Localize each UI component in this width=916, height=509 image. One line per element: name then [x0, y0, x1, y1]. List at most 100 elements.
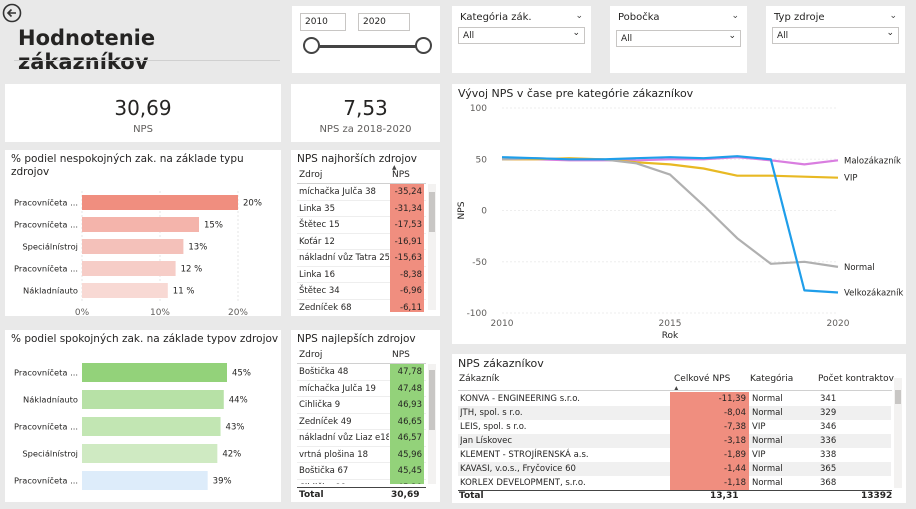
table-row[interactable]: Linka 35 -31,34 [297, 200, 426, 217]
customer-count-cell: 368 [820, 478, 837, 488]
best-sources-card: NPS najlepších zdrojov Zdroj NPS Boštičk… [291, 330, 440, 502]
bar [82, 471, 208, 490]
data-label: 13% [188, 243, 207, 253]
customers-col-nps[interactable]: Celkové NPS [674, 374, 730, 384]
x-axis-label: Rok [662, 331, 679, 341]
table-row[interactable]: Cihlička 9 46,93 [297, 397, 426, 414]
nps-trend-card: Vývoj NPS v čase pre kategórie zákazníko… [452, 84, 906, 344]
customers-col-category[interactable]: Kategória [750, 374, 793, 384]
chevron-down-icon[interactable]: ⌄ [889, 11, 897, 21]
table-row[interactable]: Štětec 34 -6,96 [297, 283, 426, 300]
slicer-source-type-dropdown[interactable]: All ⌄ [772, 27, 899, 44]
chevron-down-icon[interactable]: ⌄ [575, 11, 583, 21]
kpi-nps-card: 30,69 NPS [5, 84, 281, 142]
customer-nps-cell: -1,18 [670, 476, 749, 490]
bar [82, 217, 199, 232]
dissatisfied-chart-card: % podiel nespokojných zak. na základe ty… [5, 150, 281, 316]
customer-category-cell: Normal [752, 478, 783, 488]
slicer-source-type-value: All [777, 31, 789, 41]
best-col-nps[interactable]: NPS [392, 350, 410, 360]
table-row[interactable]: Boštička 67 45,45 [297, 463, 426, 480]
kpi-nps-recent-value: 7,53 [343, 96, 388, 120]
customers-col-count[interactable]: Počet kontraktov [818, 374, 894, 384]
data-label: 11 % [173, 287, 195, 297]
table-row[interactable]: KORLEX DEVELOPMENT, s.r.o. -1,18 Normal 368 [458, 476, 891, 490]
worst-col-nps[interactable]: NPS [392, 170, 410, 180]
satisfied-bar-chart: Pracovníčeta ... 45% Nákladníauto 44% Pracov… [14, 363, 251, 490]
customers-table-body: KONVA - ENGINEERING s.r.o. -11,39 Normal 34… [458, 392, 891, 490]
category-label: Pracovníčeta ... [14, 476, 78, 486]
satisfied-chart-card: % podiel spokojných zak. na základe typo… [5, 330, 281, 502]
best-scroll-thumb[interactable] [429, 370, 435, 430]
customer-category-cell: Normal [752, 436, 783, 446]
customers-col-name[interactable]: Zákazník [459, 374, 499, 384]
chevron-down-icon[interactable]: ⌄ [731, 11, 739, 21]
worst-col-source[interactable]: Zdroj [299, 170, 322, 180]
year-to-input[interactable]: 2020 [358, 13, 410, 31]
year-slicer[interactable]: 2010 2020 [292, 6, 440, 73]
customers-header-divider [458, 390, 892, 391]
slicer-branch[interactable]: Pobočka ⌄ All ⌄ [610, 6, 747, 73]
customer-nps-cell: -8,04 [670, 406, 749, 420]
table-row[interactable]: KAVASI, v.o.s., Fryčovice 60 -1,44 Normal 3… [458, 462, 891, 476]
worst-scrollbar[interactable] [428, 184, 436, 310]
table-row[interactable]: KONVA - ENGINEERING s.r.o. -11,39 Normal 34… [458, 392, 891, 406]
source-cell: Linka 35 [299, 203, 335, 214]
range-handle-start[interactable] [303, 37, 320, 54]
best-table-body: Boštička 48 47,78 míchačka Julča 19 47,48 Ci… [297, 364, 426, 484]
customers-scroll-thumb[interactable] [895, 390, 901, 404]
customer-count-cell: 365 [820, 464, 837, 474]
slicer-category[interactable]: Kategória zák. ⌄ All ⌄ [452, 6, 591, 73]
category-label: Speciálnístroj [22, 449, 78, 459]
range-handle-end[interactable] [415, 37, 432, 54]
customer-name-cell: JTH, spol. s r.o. [460, 408, 523, 418]
table-row[interactable]: Koťár 12 -16,91 [297, 233, 426, 250]
x-tick-label: 10% [150, 308, 170, 316]
table-row[interactable]: Boštička 48 47,78 [297, 364, 426, 381]
data-label: 15% [204, 221, 223, 231]
year-from-input[interactable]: 2010 [300, 13, 346, 31]
nps-cell: -35,24 [390, 184, 424, 201]
category-label: Speciálnístroj [22, 242, 78, 252]
table-row[interactable]: Zedníček 68 -6,11 [297, 299, 426, 312]
bar [82, 363, 227, 382]
nps-cell: 45,96 [390, 446, 424, 463]
sort-asc-icon: ▲ [392, 164, 397, 171]
customers-scrollbar[interactable] [894, 378, 902, 488]
table-row[interactable]: Cihlička 6645,30 [297, 479, 426, 485]
slicer-source-type[interactable]: Typ zdroje ⌄ All ⌄ [766, 6, 905, 73]
slicer-branch-dropdown[interactable]: All ⌄ [616, 30, 741, 47]
series-label: Malozákazník [844, 156, 901, 166]
table-row[interactable]: KLEMENT - STROJÍRENSKÁ a.s. -1,89 VIP 338 [458, 448, 891, 462]
source-cell: Cihlička 66 [297, 480, 389, 485]
x-tick-label: 2015 [659, 319, 682, 329]
category-label: Pracovníčeta ... [14, 422, 78, 432]
table-row[interactable]: Jan Lískovec -3,18 Normal 336 [458, 434, 891, 448]
worst-scroll-thumb[interactable] [429, 192, 435, 232]
source-cell: Boštička 67 [299, 466, 349, 476]
table-row[interactable]: nákladní vůz Tatra 25 -15,63 [297, 250, 426, 267]
bar [82, 283, 168, 298]
table-row[interactable]: Zedníček 49 46,65 [297, 413, 426, 430]
table-row[interactable]: LEIS, spol. s r.o. -7,38 VIP 346 [458, 420, 891, 434]
customer-nps-cell: -1,44 [670, 462, 749, 476]
nps-cell: 46,57 [390, 430, 424, 447]
source-cell: Koťár 12 [299, 236, 335, 247]
y-tick-label: 50 [476, 155, 488, 165]
table-row[interactable]: Linka 16 -8,38 [297, 266, 426, 283]
nps-cell: -31,34 [390, 200, 424, 217]
source-cell: Štětec 34 [299, 286, 340, 296]
table-row[interactable]: vrtná plošina 18 45,96 [297, 446, 426, 463]
slicer-category-dropdown[interactable]: All ⌄ [458, 27, 585, 44]
source-cell: míchačka Julča 38 [299, 187, 376, 197]
table-row[interactable]: míchačka Julča 38 -35,24 [297, 184, 426, 201]
category-label: Pracovníčeta ... [14, 198, 78, 208]
best-scrollbar[interactable] [428, 364, 436, 484]
best-col-source[interactable]: Zdroj [299, 350, 322, 360]
table-row[interactable]: nákladní vůz Liaz e189 846,57 [297, 430, 426, 447]
table-row[interactable]: JTH, spol. s r.o. -8,04 Normal 329 [458, 406, 891, 420]
bar [82, 261, 176, 276]
table-row[interactable]: míchačka Julča 19 47,48 [297, 380, 426, 397]
table-row[interactable]: Štětec 15 -17,53 [297, 217, 426, 234]
kpi-nps-recent-label: NPS za 2018-2020 [319, 124, 412, 135]
